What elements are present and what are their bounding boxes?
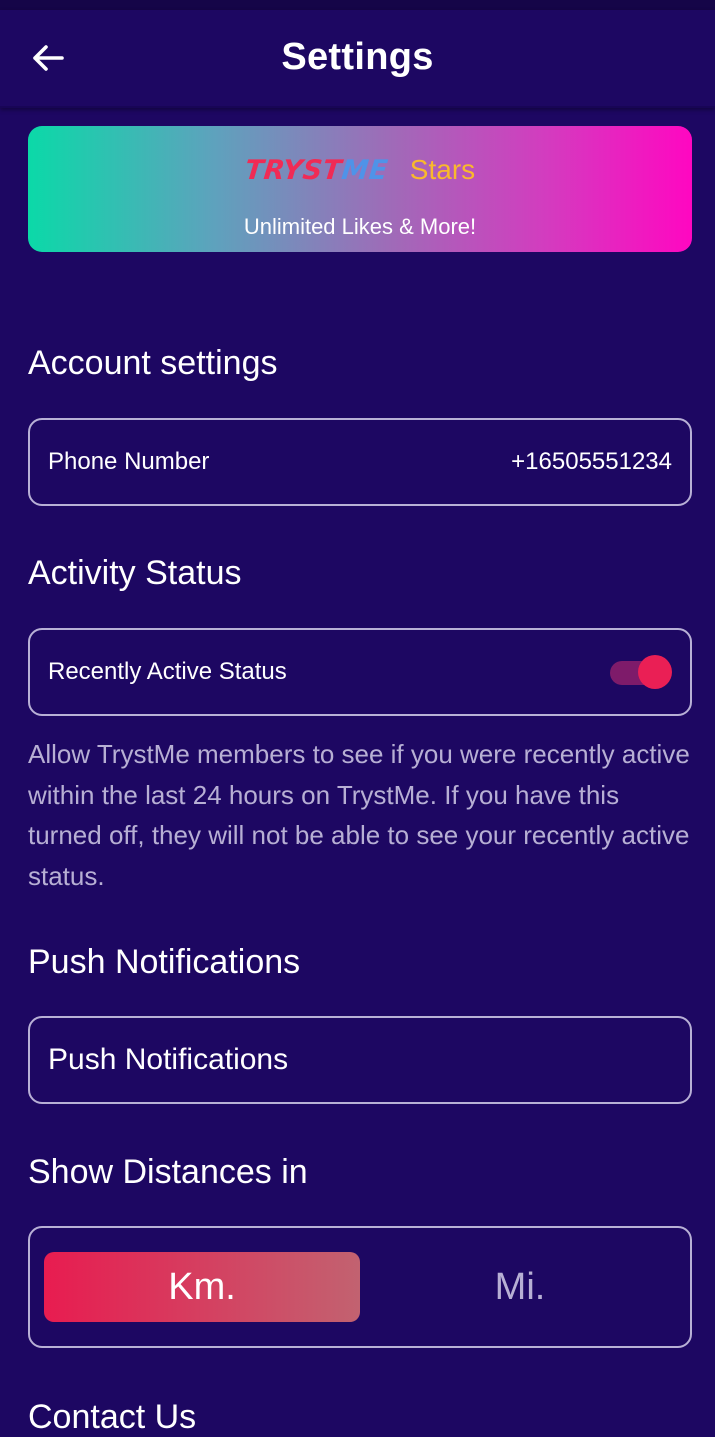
phone-number-row[interactable]: Phone Number +16505551234 [28, 418, 692, 506]
page-title: Settings [281, 36, 434, 78]
activity-status-heading: Activity Status [28, 554, 242, 592]
stars-promo-banner[interactable]: TRYSTME Stars Unlimited Likes & More! [28, 126, 692, 252]
recently-active-label: Recently Active Status [48, 658, 287, 685]
distance-unit-selector: Km. Mi. [28, 1226, 692, 1348]
recently-active-row: Recently Active Status [28, 628, 692, 716]
recently-active-toggle[interactable] [608, 655, 672, 689]
phone-number-value: +16505551234 [511, 448, 672, 475]
phone-number-label: Phone Number [48, 448, 210, 475]
promo-heading: TRYSTME Stars [28, 150, 692, 190]
promo-subtitle: Unlimited Likes & More! [243, 214, 477, 239]
km-option[interactable]: Km. [44, 1252, 360, 1322]
status-bar [0, 0, 715, 10]
contact-us-heading: Contact Us [28, 1398, 197, 1436]
stars-label: Stars [409, 154, 476, 185]
push-notifications-heading: Push Notifications [28, 943, 301, 981]
push-notifications-row[interactable]: Push Notifications [28, 1016, 692, 1104]
push-notifications-label: Push Notifications [48, 1043, 289, 1076]
trystme-logo: TRYSTME [243, 154, 390, 186]
app-header: Settings [0, 10, 715, 108]
toggle-thumb [638, 655, 672, 689]
activity-status-description: Allow TrystMe members to see if you were… [28, 739, 690, 891]
show-distances-heading: Show Distances in [28, 1153, 308, 1191]
account-settings-heading: Account settings [28, 344, 278, 382]
mi-option[interactable]: Mi. [362, 1252, 678, 1322]
